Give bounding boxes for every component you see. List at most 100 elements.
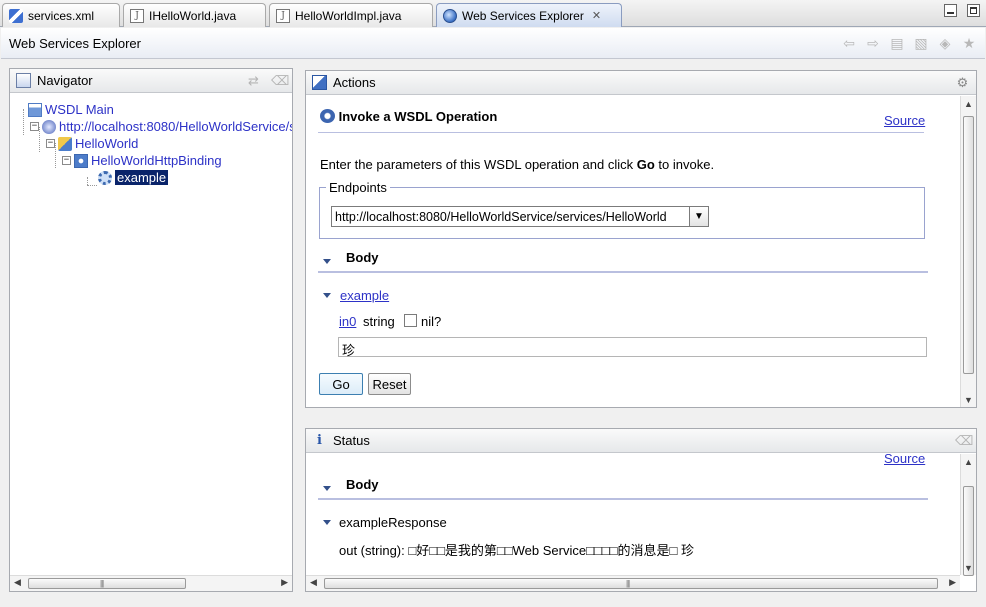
- actions-panel: Actions ⚙ Invoke a WSDL Operation Source…: [305, 70, 977, 408]
- close-tab-icon[interactable]: ✕: [592, 9, 601, 22]
- chevron-down-icon[interactable]: ▼: [689, 207, 708, 226]
- window-controls: [944, 4, 980, 17]
- binding-icon: [74, 153, 88, 168]
- scroll-left-icon[interactable]: ◀: [310, 577, 317, 588]
- explorer-header: Web Services Explorer ⇦ ⇨ ▤ ▧ ◈ ★: [1, 28, 985, 59]
- wsil-page-icon[interactable]: ▧: [913, 35, 929, 51]
- param-link[interactable]: in0: [339, 314, 356, 329]
- status-body-rule: [318, 498, 928, 500]
- scroll-thumb[interactable]: [324, 578, 938, 589]
- scroll-down-icon[interactable]: ▼: [964, 563, 973, 573]
- output-value: □好□□是我的第□□Web Service□□□□的消息是□ 珍: [408, 543, 694, 558]
- tab-label: HelloWorldImpl.java: [295, 8, 402, 23]
- tree-label-selected[interactable]: example: [115, 170, 169, 185]
- status-body-label: Body: [346, 477, 379, 492]
- clear-icon[interactable]: ⌫: [271, 73, 289, 88]
- maximize-icon[interactable]: [967, 4, 980, 17]
- scroll-up-icon[interactable]: ▲: [964, 457, 973, 467]
- collapse-response-body-icon[interactable]: [323, 486, 331, 491]
- operation-heading: Invoke a WSDL Operation: [338, 109, 498, 124]
- output-label: out (string):: [339, 543, 405, 558]
- java-file-icon: J: [276, 8, 290, 23]
- scroll-right-icon[interactable]: ▶: [281, 577, 288, 588]
- response-name: exampleResponse: [339, 515, 447, 530]
- wsdl-page-icon[interactable]: ◈: [937, 35, 953, 51]
- navigator-title: Navigator: [37, 73, 93, 88]
- actions-title: Actions: [333, 75, 376, 90]
- tree-item-wsdl-main[interactable]: WSDL Main: [28, 101, 114, 118]
- header-toolbar: ⇦ ⇨ ▤ ▧ ◈ ★: [841, 35, 977, 51]
- response-output: out (string): □好□□是我的第□□Web Service□□□□的…: [339, 540, 694, 559]
- wsdl-service-icon: [42, 119, 56, 134]
- param-type: string: [363, 314, 395, 329]
- source-link[interactable]: Source: [884, 113, 925, 128]
- back-arrow-icon[interactable]: ⇦: [841, 35, 857, 51]
- tab-ihelloworld-java[interactable]: J IHelloWorld.java: [123, 3, 266, 27]
- scroll-thumb[interactable]: [28, 578, 186, 589]
- uddi-page-icon[interactable]: ▤: [889, 35, 905, 51]
- globe-icon: [443, 8, 457, 23]
- tree-label[interactable]: WSDL Main: [45, 102, 114, 117]
- param-value-input[interactable]: 珍: [338, 337, 927, 358]
- status-panel: i Status ⌫ Source Body exampleResponse o…: [305, 428, 977, 592]
- endpoints-legend: Endpoints: [326, 180, 390, 195]
- operation-element-link[interactable]: example: [340, 288, 389, 303]
- tree-item-operation[interactable]: example: [98, 169, 169, 186]
- favorites-star-icon[interactable]: ★: [961, 35, 977, 51]
- tree-item-service-url[interactable]: − http://localhost:8080/HelloWorldServic…: [30, 118, 292, 135]
- tree-item-service[interactable]: − HelloWorld: [46, 135, 138, 152]
- scroll-down-icon[interactable]: ▼: [964, 395, 973, 405]
- tab-label: IHelloWorld.java: [149, 8, 237, 23]
- minimize-icon[interactable]: [944, 4, 957, 17]
- scroll-left-icon[interactable]: ◀: [14, 577, 21, 588]
- status-vscrollbar[interactable]: ▲ ▼: [960, 454, 976, 576]
- body-section-label: Body: [346, 250, 379, 265]
- status-source-link[interactable]: Source: [884, 451, 925, 466]
- wsdl-main-icon: [28, 102, 42, 117]
- xml-file-icon: [9, 8, 23, 23]
- collapse-icon[interactable]: −: [62, 156, 71, 165]
- maximize-frame-icon[interactable]: ⚙: [955, 75, 970, 90]
- tab-label: Web Services Explorer: [462, 8, 584, 23]
- heading-rule: [318, 132, 924, 133]
- scroll-right-icon[interactable]: ▶: [949, 577, 956, 588]
- collapse-icon[interactable]: −: [30, 122, 39, 131]
- navigator-title-bar: Navigator ⇄ ⌫: [10, 69, 292, 93]
- endpoint-value: http://localhost:8080/HelloWorldService/…: [335, 210, 667, 224]
- forward-arrow-icon[interactable]: ⇨: [865, 35, 881, 51]
- collapse-response-icon[interactable]: [323, 520, 331, 525]
- scroll-up-icon[interactable]: ▲: [964, 99, 973, 109]
- body-section-rule: [318, 271, 928, 273]
- nil-checkbox[interactable]: [404, 314, 417, 327]
- endpoint-select[interactable]: http://localhost:8080/HelloWorldService/…: [331, 206, 709, 227]
- navigator-icon: [16, 73, 31, 88]
- navigator-panel: Navigator ⇄ ⌫ WSDL Main − http://localho…: [9, 68, 293, 592]
- tab-services-xml[interactable]: services.xml: [2, 3, 120, 27]
- status-title: Status: [333, 433, 370, 448]
- clear-status-icon[interactable]: ⌫: [955, 433, 973, 448]
- operation-heading-row: Invoke a WSDL Operation: [320, 109, 497, 124]
- tree-label[interactable]: http://localhost:8080/HelloWorldService/…: [59, 119, 292, 134]
- collapse-body-icon[interactable]: [323, 259, 331, 264]
- scroll-thumb[interactable]: [963, 116, 974, 374]
- instructions-text: Enter the parameters of this WSDL operat…: [320, 157, 715, 172]
- tree-item-binding[interactable]: − HelloWorldHttpBinding: [62, 152, 222, 169]
- collapse-operation-icon[interactable]: [323, 293, 331, 298]
- editor-tab-bar: services.xml J IHelloWorld.java J HelloW…: [0, 0, 986, 27]
- tab-helloworldimpl-java[interactable]: J HelloWorldImpl.java: [269, 3, 433, 27]
- tab-web-services-explorer[interactable]: Web Services Explorer ✕: [436, 3, 622, 27]
- collapse-icon[interactable]: −: [46, 139, 55, 148]
- tree-label[interactable]: HelloWorld: [75, 136, 138, 151]
- sync-icon[interactable]: ⇄: [246, 73, 261, 88]
- reset-button[interactable]: Reset: [368, 373, 411, 395]
- page-title: Web Services Explorer: [9, 36, 141, 51]
- navigator-hscrollbar[interactable]: ◀ ||| ▶: [10, 575, 292, 591]
- actions-vscrollbar[interactable]: ▲ ▼: [960, 96, 976, 407]
- go-button[interactable]: Go: [319, 373, 363, 395]
- tree-label[interactable]: HelloWorldHttpBinding: [91, 153, 222, 168]
- status-hscrollbar[interactable]: ◀ ||| ▶: [306, 575, 960, 591]
- nil-label: nil?: [421, 314, 442, 329]
- gear-icon: [98, 170, 112, 185]
- actions-icon: [312, 75, 327, 90]
- status-title-bar: i Status ⌫: [306, 429, 976, 453]
